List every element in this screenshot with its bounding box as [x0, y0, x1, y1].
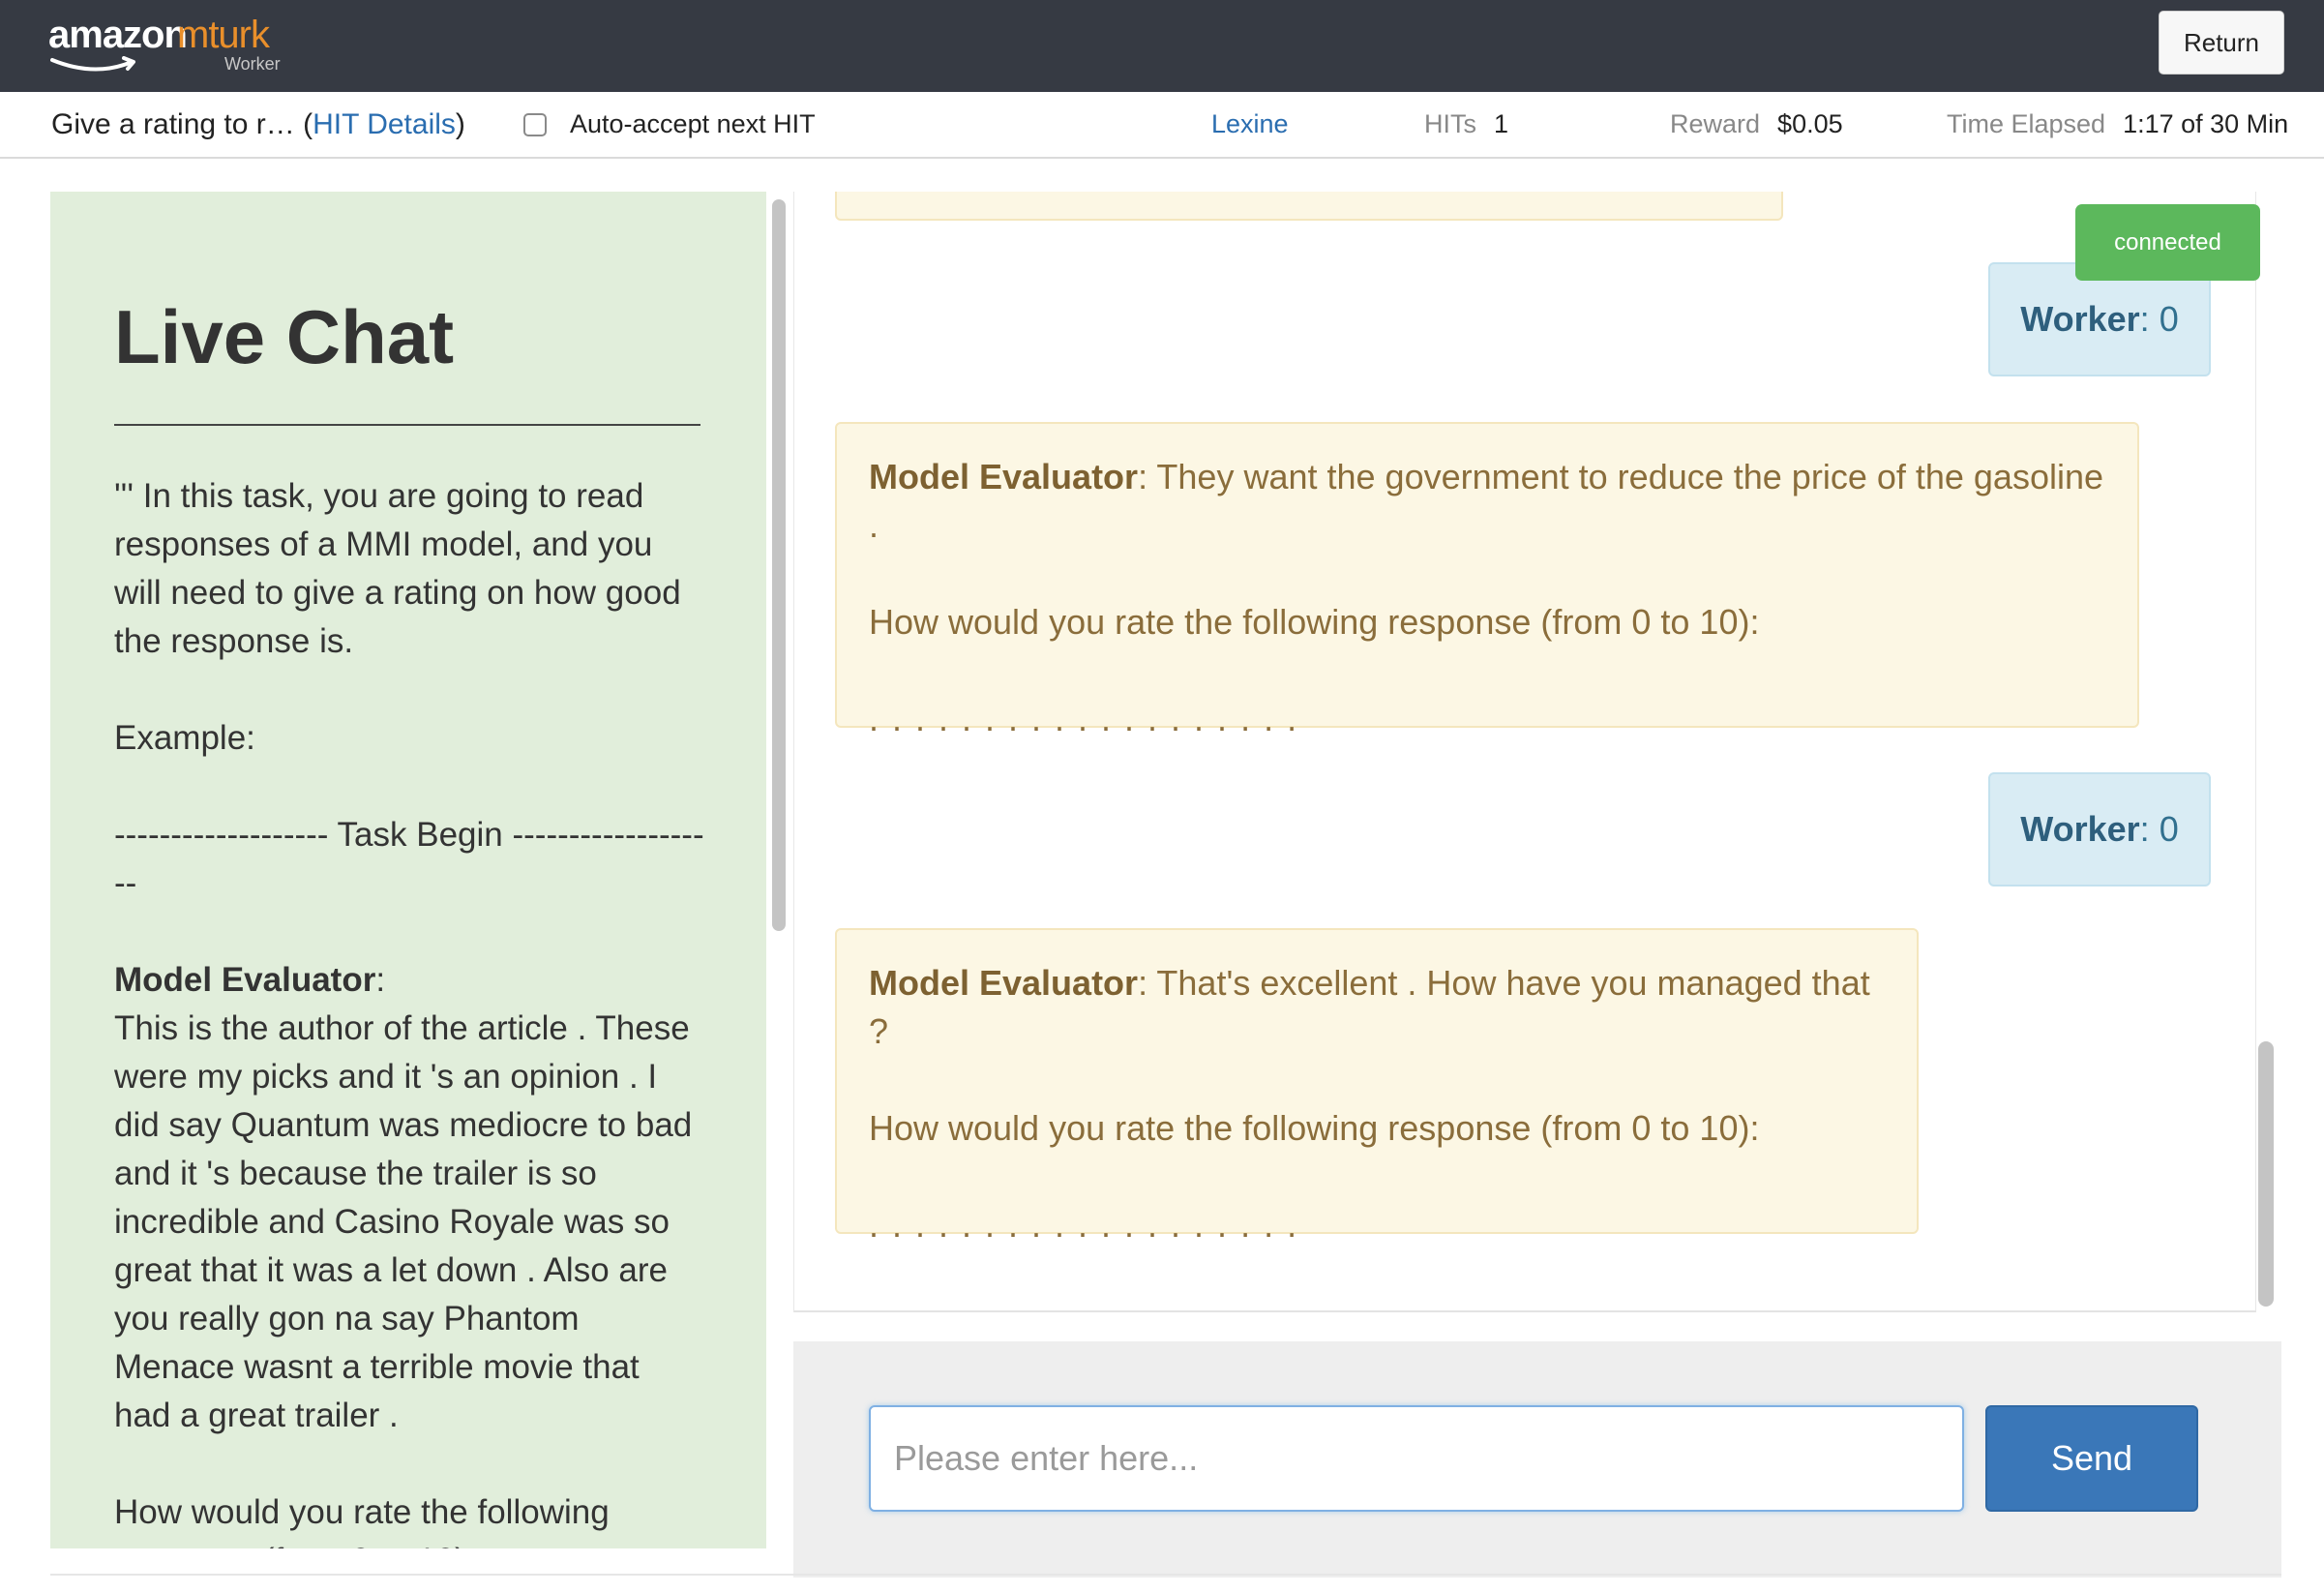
rating-question: How would you rate the following respons…: [869, 1108, 1760, 1148]
requester-link[interactable]: Lexine: [1211, 92, 1289, 157]
title-divider: [114, 424, 700, 426]
paren-close: ): [455, 107, 465, 140]
worker-rating: 0: [2159, 299, 2179, 339]
return-button[interactable]: Return: [2159, 11, 2284, 75]
logo-amazon-text: amazon: [48, 14, 188, 56]
chat-scrollbar[interactable]: [2258, 1041, 2274, 1307]
example-question: How would you rate the following respons…: [114, 1493, 610, 1548]
example-label: Example:: [114, 719, 255, 757]
example-speaker-name: Model Evaluator: [114, 961, 376, 999]
hit-title: Give a rating to r… ( HIT Details ): [51, 92, 465, 157]
connection-status-badge: connected: [2075, 204, 2260, 281]
logo-mturk-text: mturk: [177, 14, 270, 56]
model-speaker: Model Evaluator: [869, 963, 1139, 1003]
bottom-divider: [50, 1574, 2281, 1576]
model-message-line: Model Evaluator: They want the governmen…: [869, 457, 2104, 545]
auto-accept-checkbox[interactable]: [523, 112, 547, 136]
worker-message: Worker: 0: [1988, 772, 2211, 887]
time-elapsed-value: 1:17 of 30 Min: [2123, 109, 2289, 138]
hit-details-link[interactable]: HIT Details: [313, 108, 456, 141]
top-nav-bar: amazon mturk Worker Return: [0, 0, 2324, 92]
worker-speaker: Worker: [2020, 809, 2140, 849]
worker-rating: 0: [2159, 809, 2179, 849]
hits-label: HITs: [1424, 109, 1476, 138]
example-speaker-colon: :: [375, 961, 386, 999]
model-message-line: Model Evaluator: That's excellent . How …: [869, 963, 1870, 1051]
task-begin-separator: ------------------- Task Begin ---------…: [114, 816, 704, 902]
hits-value: 1: [1494, 109, 1509, 138]
reward-stat: Reward $0.05: [1670, 92, 1843, 157]
reward-label: Reward: [1670, 109, 1761, 138]
logo-worker-text: Worker: [224, 54, 281, 74]
model-evaluator-message: Model Evaluator: They want the governmen…: [835, 422, 2139, 738]
worker-speaker: Worker: [2020, 299, 2140, 339]
rating-dots: . . . . . . . . . . . . . . . . . . .: [869, 699, 1299, 738]
hits-stat: HITs 1: [1424, 92, 1508, 157]
reward-value: $0.05: [1777, 109, 1843, 138]
send-button[interactable]: Send: [1985, 1405, 2198, 1512]
auto-accept-label: Auto-accept next HIT: [570, 109, 816, 138]
paren-open: (: [294, 107, 313, 140]
chat-messages-panel[interactable]: Worker: 0 Model Evaluator: They want the…: [793, 192, 2256, 1312]
time-elapsed-label: Time Elapsed: [1947, 109, 2106, 138]
example-message: This is the author of the article . Thes…: [114, 1009, 693, 1434]
example-speaker: Model Evaluator:: [114, 956, 704, 1005]
amazon-smile-icon: [50, 56, 135, 72]
mturk-logo[interactable]: amazon mturk Worker: [48, 14, 300, 77]
auto-accept-toggle[interactable]: Auto-accept next HIT: [523, 92, 816, 157]
live-chat-title: Live Chat: [114, 294, 455, 379]
message-composer: Send: [793, 1341, 2281, 1578]
instructions-intro: ''' In this task, you are going to read …: [114, 477, 681, 660]
rating-dots: . . . . . . . . . . . . . . . . . . .: [869, 1205, 1299, 1245]
hit-info-bar: Give a rating to r… ( HIT Details ) Auto…: [0, 92, 2324, 159]
model-evaluator-message: Model Evaluator: That's excellent . How …: [835, 928, 1919, 1245]
time-elapsed-stat: Time Elapsed 1:17 of 30 Min: [1947, 92, 2288, 157]
instructions-scrollbar[interactable]: [772, 199, 786, 931]
message-input[interactable]: [869, 1405, 1964, 1512]
rating-question: How would you rate the following respons…: [869, 602, 1760, 642]
instructions-panel[interactable]: Live Chat ''' In this task, you are goin…: [50, 192, 766, 1548]
model-speaker: Model Evaluator: [869, 457, 1139, 496]
instructions-text: ''' In this task, you are going to read …: [114, 472, 704, 1548]
message-bubble-partial: [835, 192, 1783, 221]
hit-title-text: Give a rating to r…: [51, 107, 295, 140]
